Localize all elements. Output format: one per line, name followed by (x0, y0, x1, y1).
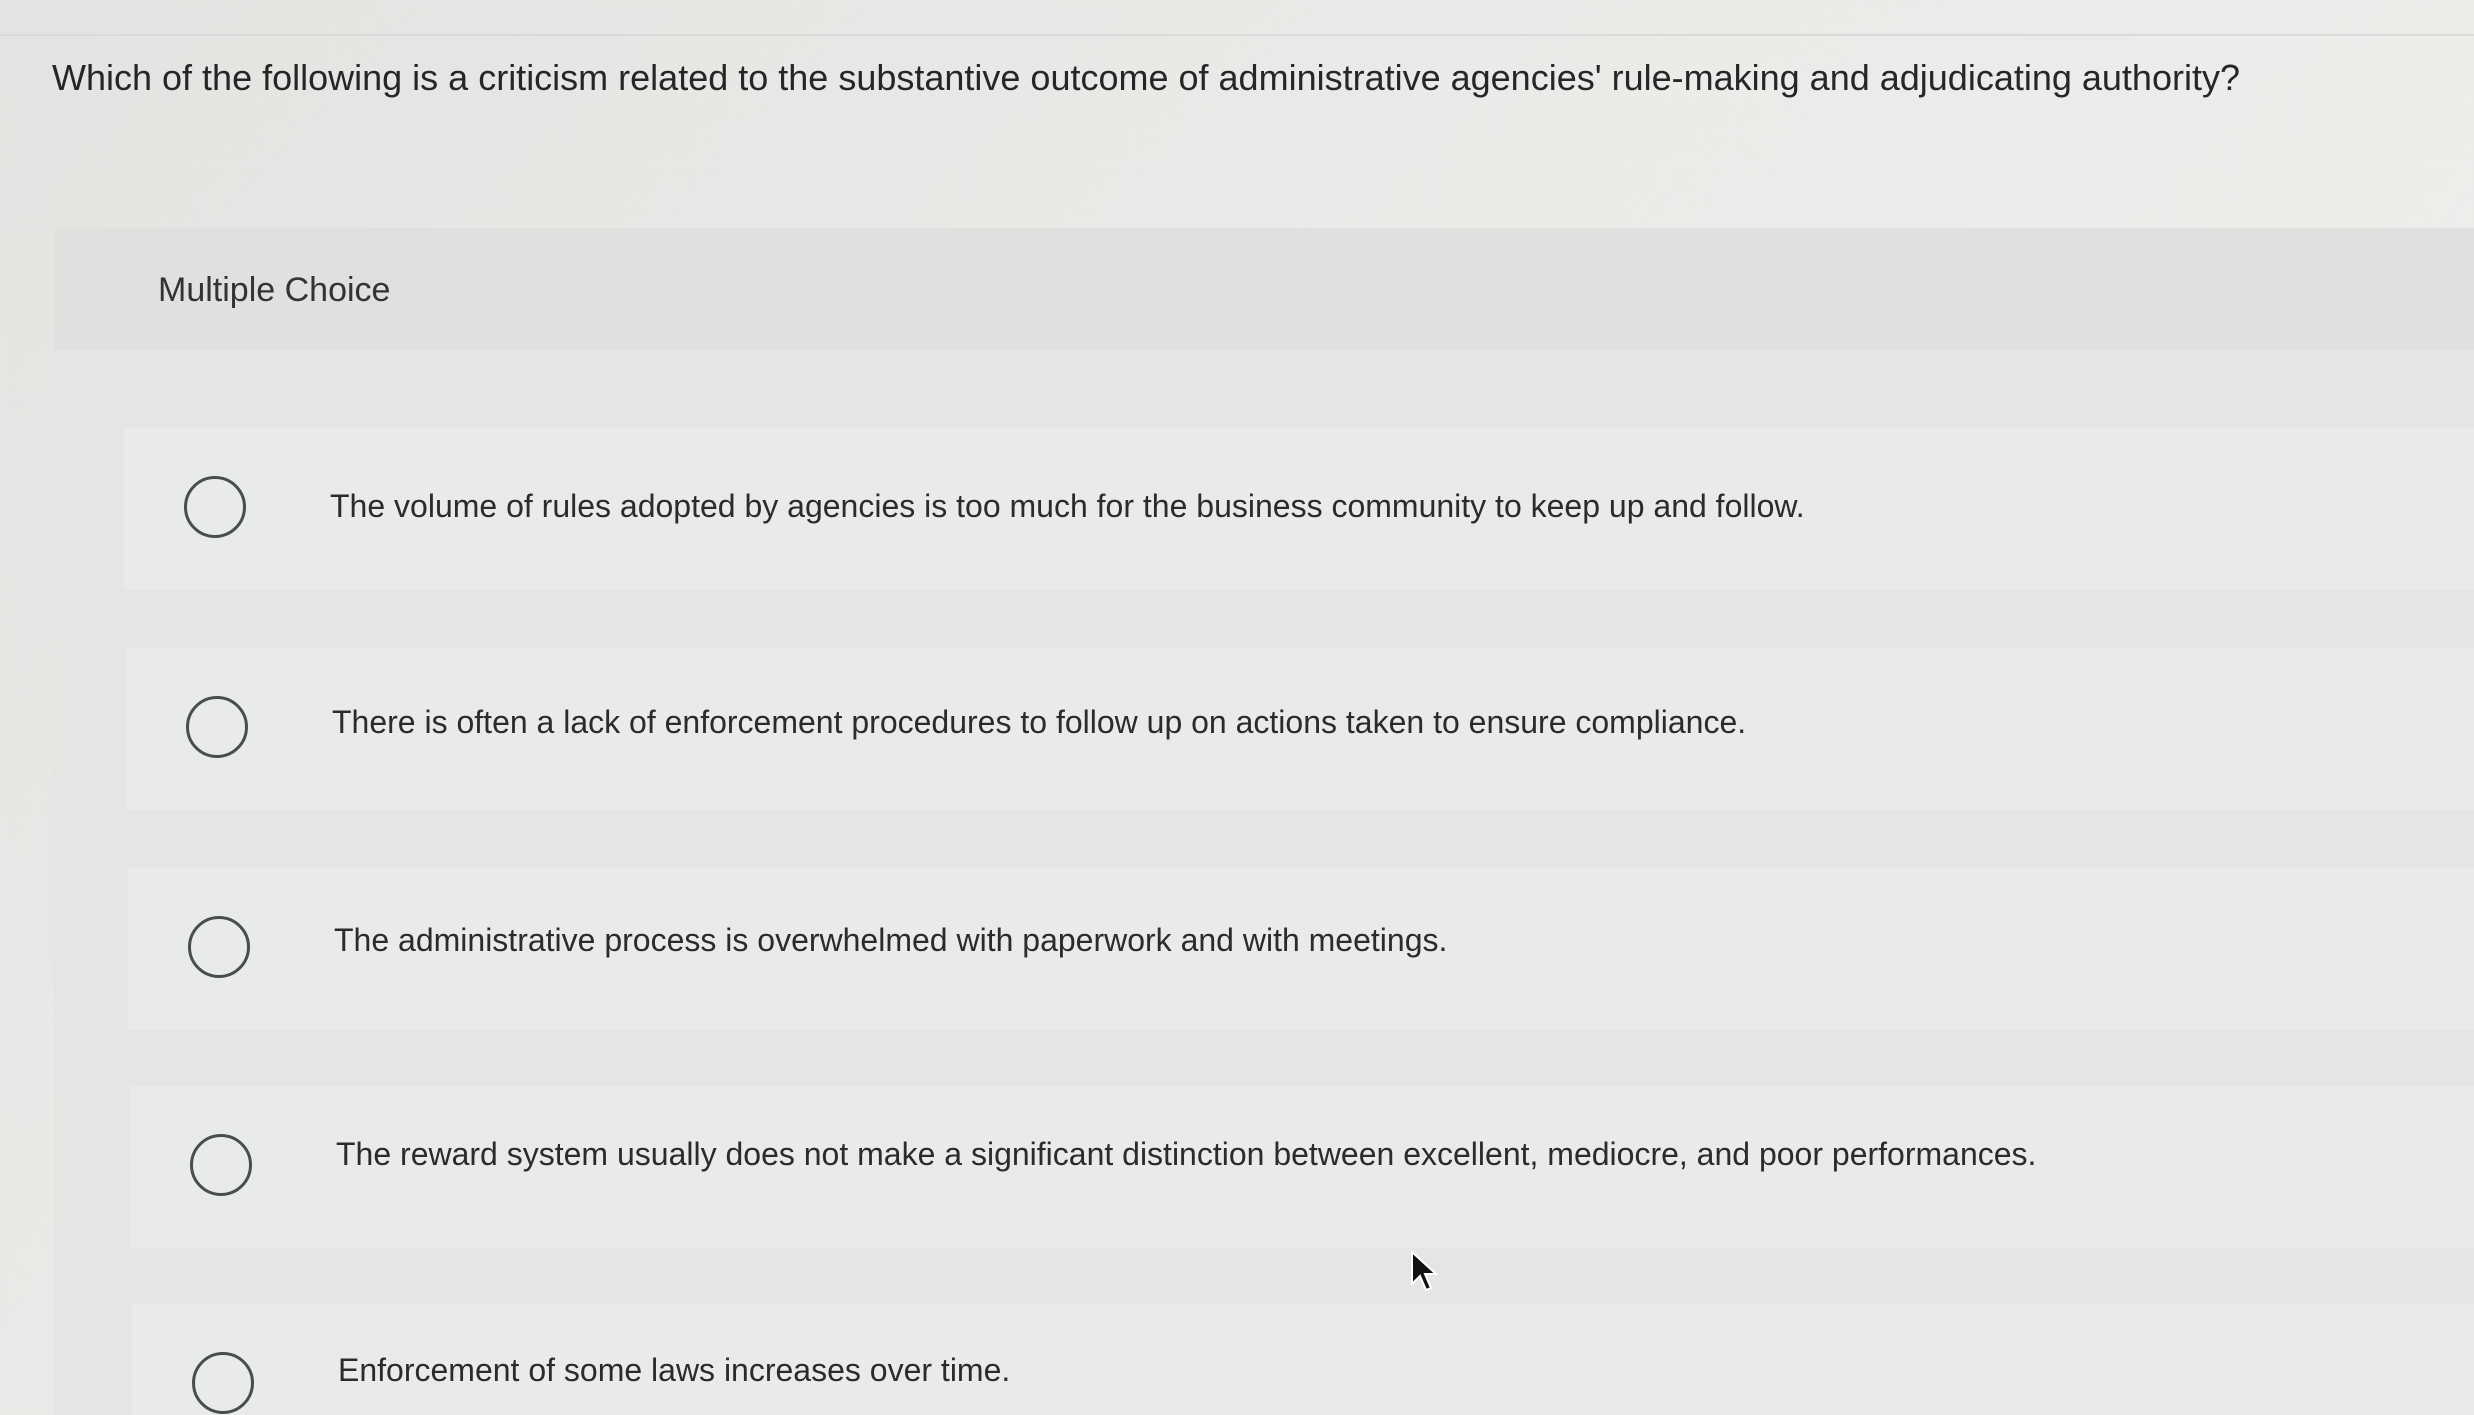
answer-option-label: The volume of rules adopted by agencies … (330, 488, 1805, 524)
answer-option-label: There is often a lack of enforcement pro… (332, 704, 1747, 740)
panel-header: Multiple Choice (54, 228, 2474, 350)
answer-option-label: Enforcement of some laws increases over … (338, 1352, 1011, 1388)
answer-option-2[interactable]: There is often a lack of enforcement pro… (126, 648, 2474, 810)
radio-unchecked-icon[interactable] (192, 1352, 254, 1414)
answer-option-3[interactable]: The administrative process is overwhelme… (128, 868, 2474, 1030)
mouse-pointer-icon (1411, 1250, 1439, 1292)
answer-option-4[interactable]: The reward system usually does not make … (130, 1086, 2474, 1248)
radio-unchecked-icon[interactable] (190, 1134, 252, 1196)
radio-unchecked-icon[interactable] (186, 696, 248, 758)
radio-unchecked-icon[interactable] (184, 476, 246, 538)
question-text: Which of the following is a criticism re… (52, 57, 2240, 98)
answer-option-1[interactable]: The volume of rules adopted by agencies … (124, 428, 2474, 590)
top-divider (0, 34, 2474, 36)
radio-unchecked-icon[interactable] (188, 916, 250, 978)
answer-option-label: The administrative process is overwhelme… (334, 922, 1448, 958)
multiple-choice-panel: Multiple Choice The volume of rules adop… (54, 228, 2474, 1415)
answer-option-label: The reward system usually does not make … (336, 1136, 2037, 1172)
question-type-label: Multiple Choice (158, 271, 391, 309)
answer-option-5[interactable]: Enforcement of some laws increases over … (132, 1304, 2474, 1415)
